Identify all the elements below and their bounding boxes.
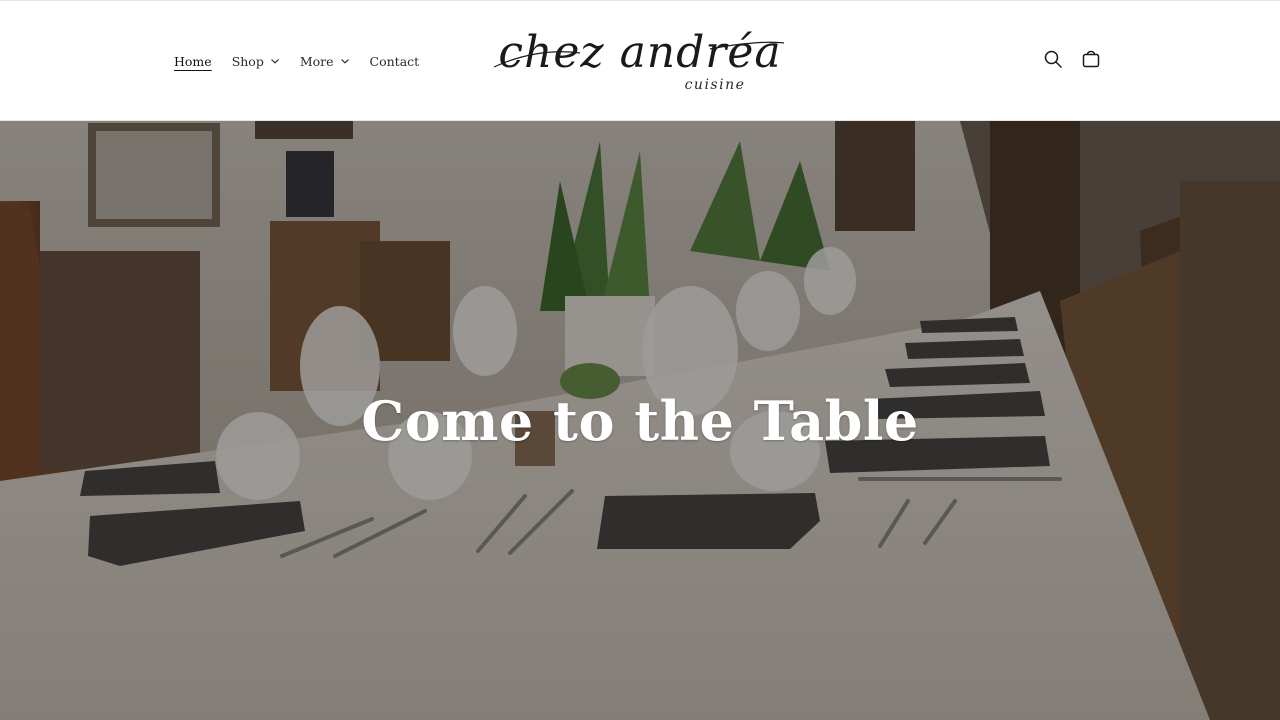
site-header: Home Shop More Contact chez andréa cuisi…: [0, 0, 1280, 121]
nav-item-more[interactable]: More: [300, 54, 350, 69]
cart-button[interactable]: [1078, 48, 1104, 74]
nav-item-contact[interactable]: Contact: [370, 54, 420, 69]
hero-title: Come to the Table: [361, 389, 919, 453]
search-icon: [1043, 49, 1063, 73]
nav-item-label: Home: [174, 53, 212, 69]
main-nav: Home Shop More Contact: [174, 49, 439, 73]
header-actions: [1040, 48, 1104, 74]
logo-graphic: chez andréa cuisine: [493, 27, 785, 93]
logo-subtitle-text: cuisine: [685, 77, 746, 93]
nav-item-label: Shop: [231, 53, 264, 69]
brand-logo[interactable]: chez andréa cuisine: [490, 19, 790, 97]
cart-icon: [1081, 49, 1101, 73]
chevron-down-icon: [340, 56, 350, 66]
search-button[interactable]: [1040, 48, 1066, 74]
nav-item-home[interactable]: Home: [174, 54, 212, 69]
nav-item-label: More: [299, 53, 334, 69]
nav-item-label: Contact: [369, 53, 420, 69]
nav-item-shop[interactable]: Shop: [232, 54, 280, 69]
hero-banner: Come to the Table: [0, 121, 1280, 720]
logo-script-text: chez andréa: [498, 27, 781, 78]
chevron-down-icon: [270, 56, 280, 66]
